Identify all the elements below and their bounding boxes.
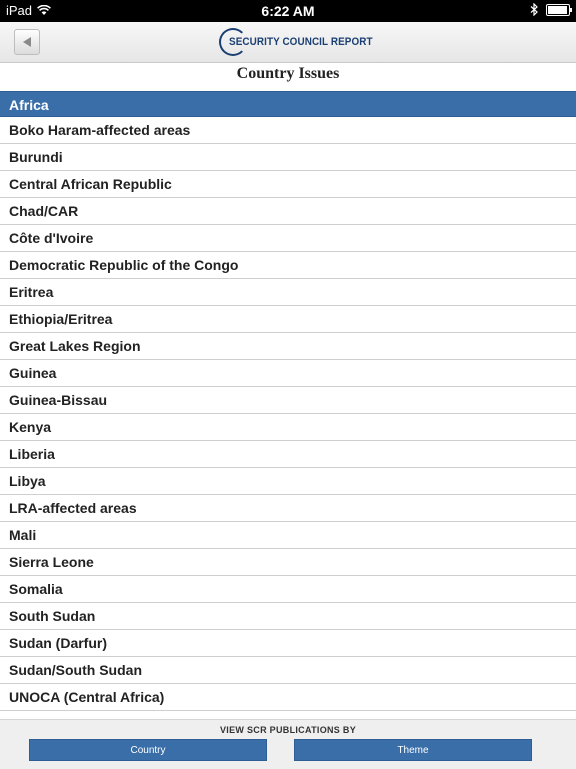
list-item[interactable]: Liberia <box>0 441 576 468</box>
list-item[interactable]: Great Lakes Region <box>0 333 576 360</box>
country-button[interactable]: Country <box>29 739 267 761</box>
logo-text: SECURITY COUNCIL REPORT <box>229 36 373 48</box>
scr-logo: SECURITY COUNCIL REPORT <box>219 26 389 58</box>
list-item[interactable]: Somalia <box>0 576 576 603</box>
list-item[interactable]: Boko Haram-affected areas <box>0 117 576 144</box>
back-button[interactable] <box>14 29 40 55</box>
list-item[interactable]: Burundi <box>0 144 576 171</box>
section-header-africa: Africa <box>0 91 576 117</box>
list-item[interactable]: Libya <box>0 468 576 495</box>
list-item[interactable]: Côte d'Ivoire <box>0 225 576 252</box>
back-arrow-icon <box>23 37 31 47</box>
list-item[interactable]: South Sudan <box>0 603 576 630</box>
list-item[interactable]: Mali <box>0 522 576 549</box>
page-title: Country Issues <box>236 65 340 82</box>
bluetooth-icon <box>530 3 538 16</box>
footer-label: VIEW SCR PUBLICATIONS BY <box>219 725 357 735</box>
list-item[interactable]: Chad/CAR <box>0 198 576 225</box>
list-item[interactable]: Ethiopia/Eritrea <box>0 306 576 333</box>
status-bar: iPad 6:22 AM <box>0 0 576 22</box>
battery-icon <box>546 3 572 16</box>
list-item[interactable]: Central African Republic <box>0 171 576 198</box>
nav-bar: SECURITY COUNCIL REPORT <box>0 22 576 63</box>
list-item[interactable]: Guinea-Bissau <box>0 387 576 414</box>
list-item[interactable]: Guinea <box>0 360 576 387</box>
footer-bar: VIEW SCR PUBLICATIONS BY Country Theme <box>0 719 576 769</box>
list-item[interactable]: Sudan/South Sudan <box>0 657 576 684</box>
theme-button[interactable]: Theme <box>294 739 532 761</box>
list-item[interactable]: Democratic Republic of the Congo <box>0 252 576 279</box>
country-list[interactable]: Africa Boko Haram-affected areas Burundi… <box>0 91 576 719</box>
list-item[interactable]: UNOCA (Central Africa) <box>0 684 576 711</box>
list-item[interactable]: Sierra Leone <box>0 549 576 576</box>
status-right-group <box>530 3 572 16</box>
list-item[interactable]: Kenya <box>0 414 576 441</box>
status-time: 6:22 AM <box>261 3 315 19</box>
list-item[interactable]: LRA-affected areas <box>0 495 576 522</box>
list-item[interactable]: Sudan (Darfur) <box>0 630 576 657</box>
list-item[interactable]: Eritrea <box>0 279 576 306</box>
